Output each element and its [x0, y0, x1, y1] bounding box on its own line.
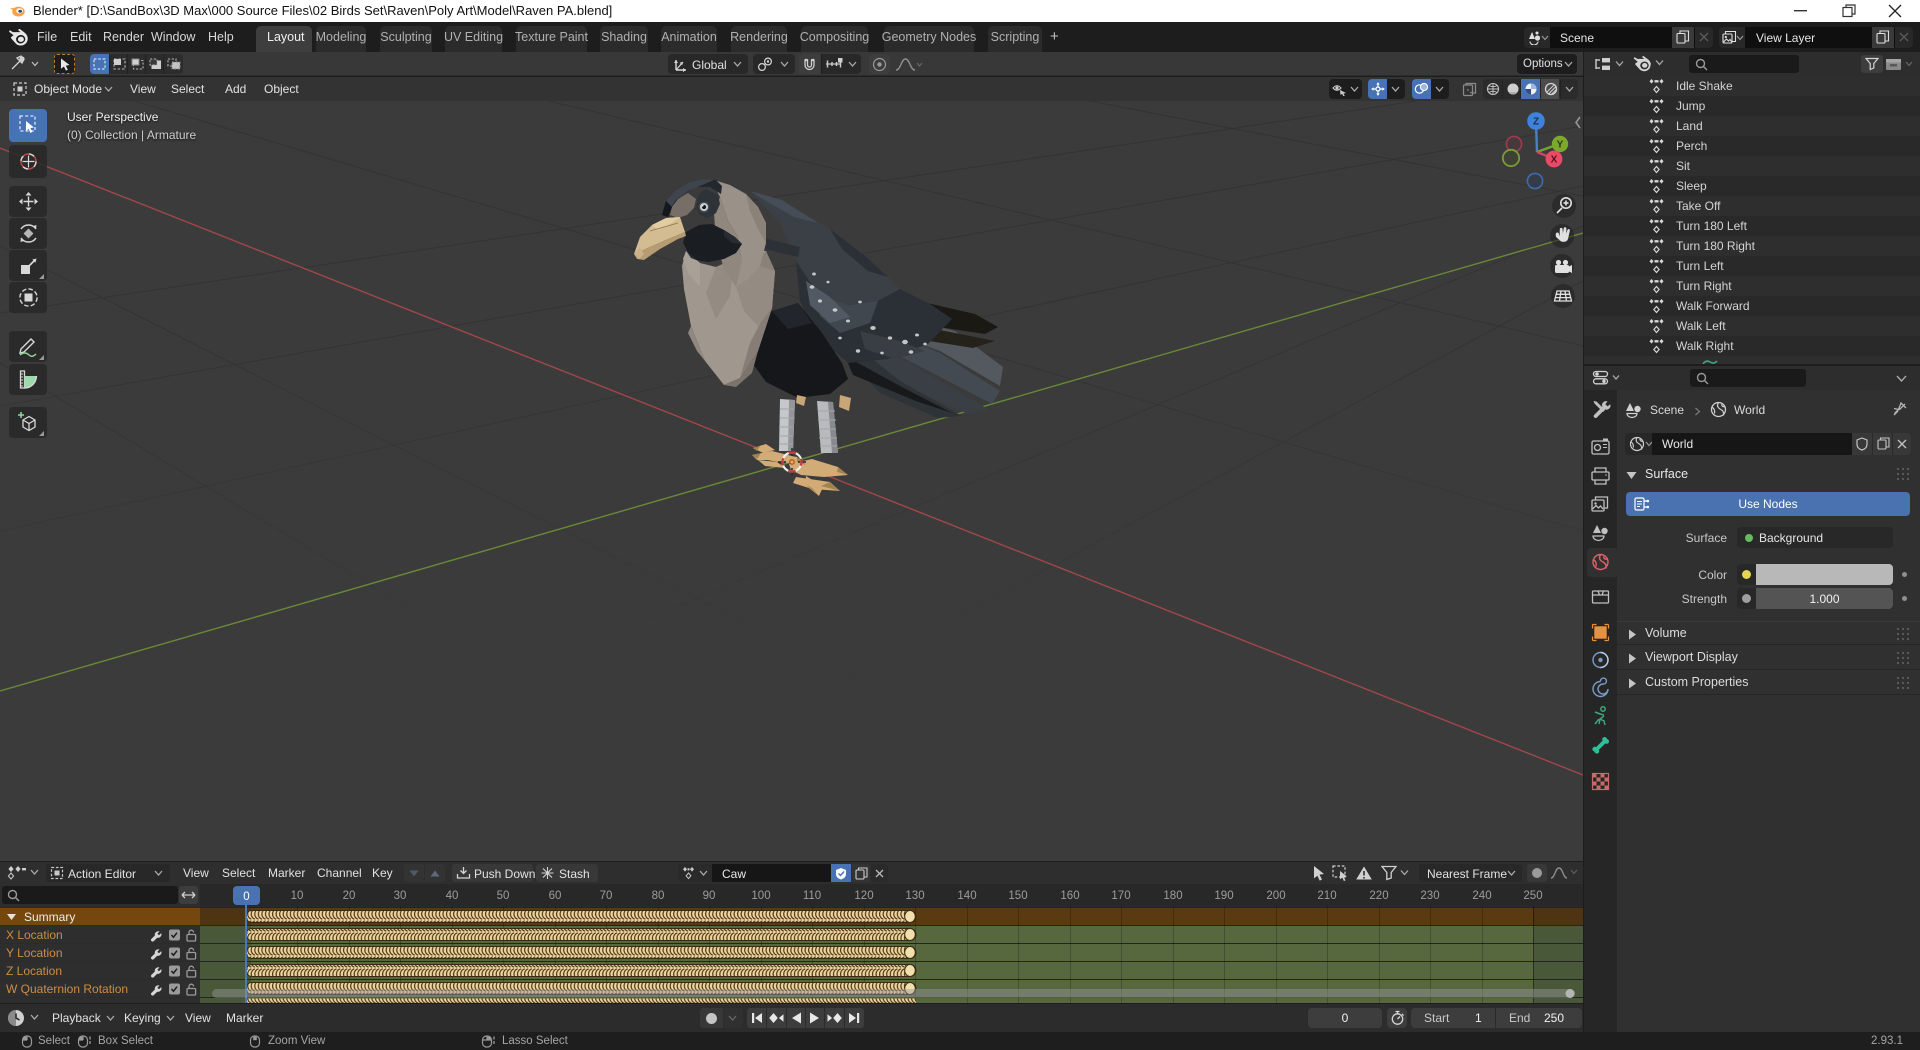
svg-text:40: 40 — [446, 890, 459, 902]
svg-text:230: 230 — [1420, 890, 1439, 902]
svg-text:130: 130 — [905, 890, 924, 902]
svg-text:Z: Z — [1533, 117, 1539, 128]
svg-text:20: 20 — [343, 890, 356, 902]
svg-text:0: 0 — [243, 891, 249, 903]
svg-text:120: 120 — [854, 890, 873, 902]
svg-text:240: 240 — [1472, 890, 1491, 902]
svg-text:210: 210 — [1317, 890, 1336, 902]
svg-text:110: 110 — [803, 890, 821, 902]
svg-text:100: 100 — [751, 890, 770, 902]
svg-text:10: 10 — [291, 890, 304, 902]
svg-text:160: 160 — [1060, 890, 1079, 902]
svg-text:W Quaternion Rotation: W Quaternion Rotation — [6, 982, 128, 996]
svg-text:X: X — [1551, 155, 1558, 166]
svg-text:Z Location: Z Location — [6, 964, 62, 978]
svg-text:Y: Y — [1557, 140, 1564, 151]
svg-text:80: 80 — [652, 890, 665, 902]
svg-text:220: 220 — [1369, 890, 1388, 902]
svg-text:190: 190 — [1214, 890, 1233, 902]
svg-text:250: 250 — [1523, 890, 1542, 902]
svg-text:30: 30 — [394, 890, 407, 902]
svg-text:140: 140 — [957, 890, 976, 902]
svg-text:Y Location: Y Location — [6, 946, 63, 960]
svg-text:180: 180 — [1163, 890, 1182, 902]
svg-text:90: 90 — [703, 890, 716, 902]
svg-text:Summary: Summary — [24, 910, 75, 924]
svg-text:150: 150 — [1008, 890, 1027, 902]
svg-text:50: 50 — [497, 890, 510, 902]
svg-text:60: 60 — [549, 890, 562, 902]
svg-text:X Location: X Location — [6, 928, 63, 942]
svg-text:170: 170 — [1111, 890, 1130, 902]
svg-text:200: 200 — [1266, 890, 1285, 902]
svg-text:70: 70 — [600, 890, 613, 902]
